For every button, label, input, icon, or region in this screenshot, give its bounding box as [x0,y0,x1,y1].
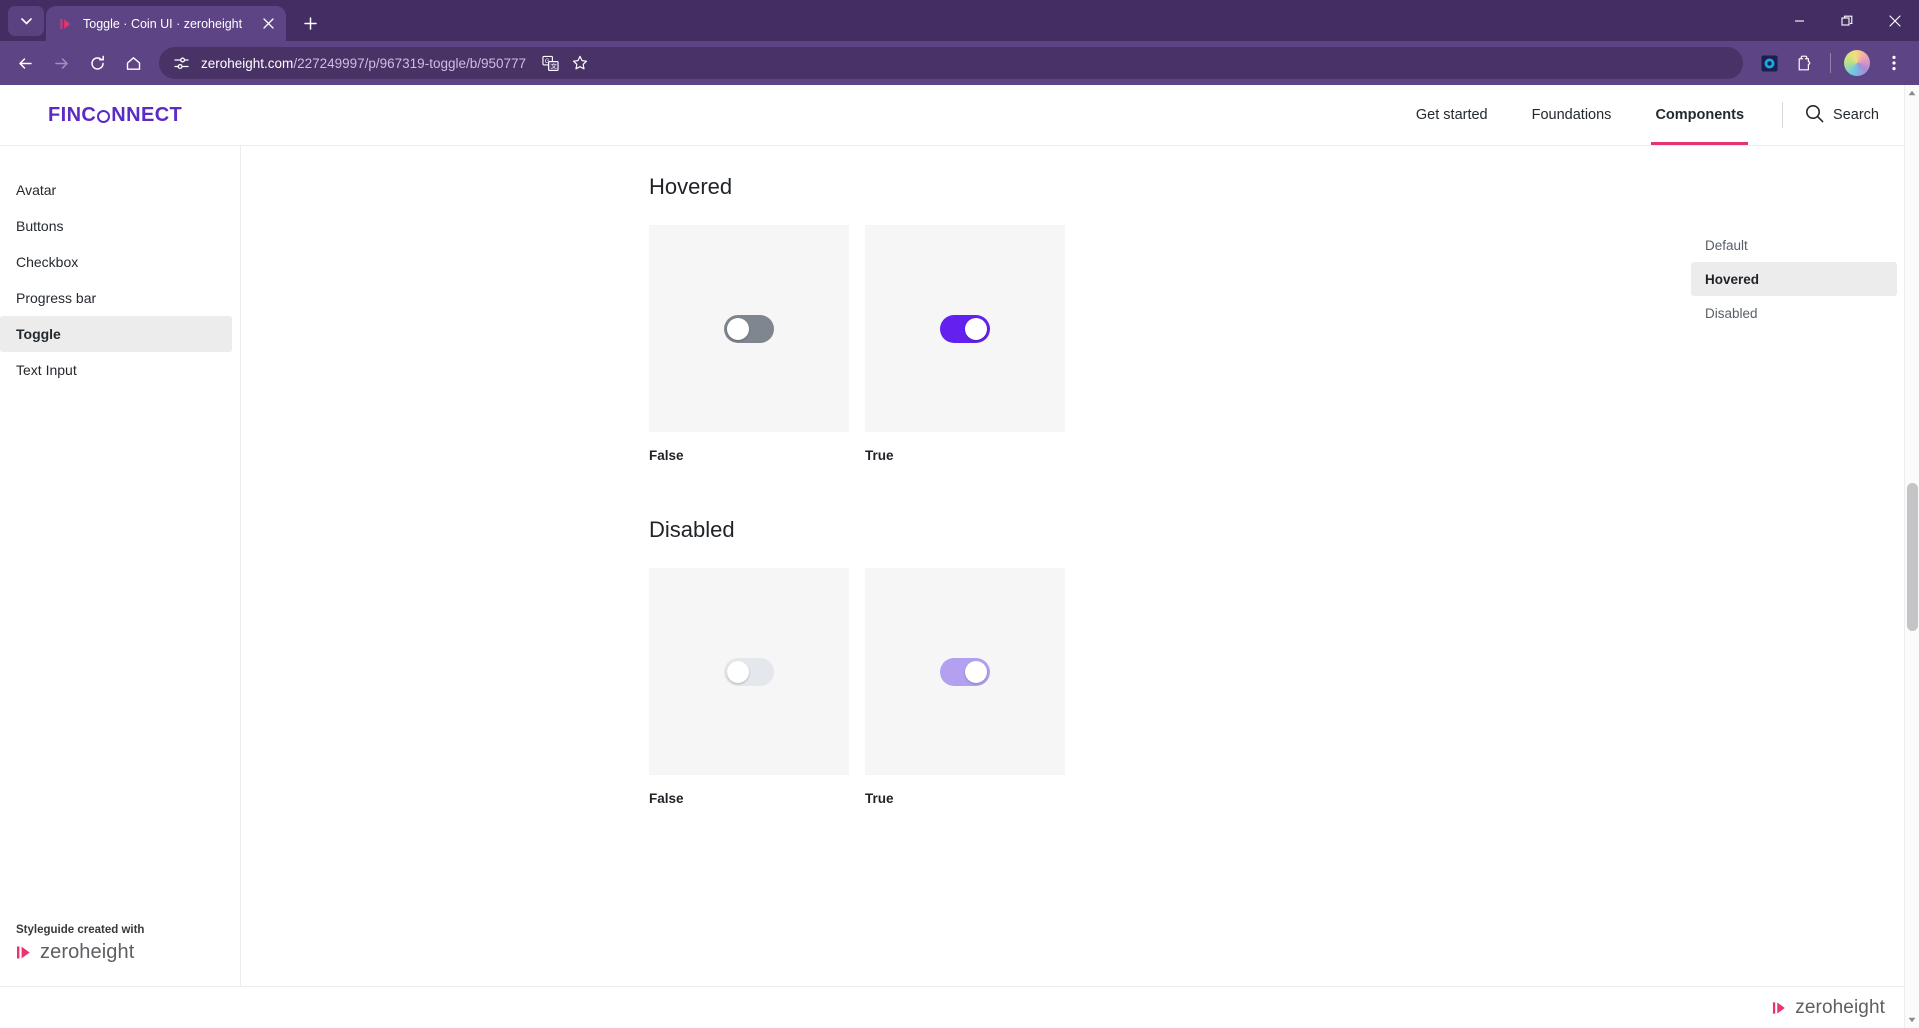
toc-item-default[interactable]: Default [1691,228,1897,262]
site-navigation: Get started Foundations Components Searc… [1394,85,1879,145]
toggle-knob [965,660,987,683]
sidebar-item-buttons[interactable]: Buttons [0,208,232,244]
toc-item-disabled[interactable]: Disabled [1691,296,1897,330]
nav-item-foundations[interactable]: Foundations [1510,85,1634,145]
section-title-hovered: Hovered [649,174,733,199]
specimen-label: True [865,448,894,463]
address-bar-url: zeroheight.com/227249997/p/967319-toggle… [201,56,526,71]
specimen-disabled-false: False [649,568,849,806]
zeroheight-credit-logo[interactable]: zeroheight [16,941,240,964]
tab-title: Toggle · Coin UI · zeroheight [83,16,243,31]
chrome-menu-button[interactable] [1877,46,1911,80]
close-tab-icon[interactable] [258,14,278,34]
tune-site-settings-icon[interactable] [171,53,191,73]
zeroheight-wordmark: zeroheight [1795,996,1885,1018]
toc-item-hovered[interactable]: Hovered [1691,262,1897,296]
back-button[interactable] [8,46,42,80]
browser-window: Toggle · Coin UI · zeroheight zeroheight… [0,0,1919,1028]
page-body: Avatar Buttons Checkbox Progress bar Tog… [0,145,1919,986]
browser-tab[interactable]: Toggle · Coin UI · zeroheight [46,6,286,41]
sidebar-item-avatar[interactable]: Avatar [0,172,232,208]
tab-strip: Toggle · Coin UI · zeroheight [0,0,1919,41]
zeroheight-footer-logo[interactable]: zeroheight [1772,997,1885,1019]
specimen-label: True [865,791,894,806]
specimen-hovered-true: True [865,225,1065,463]
close-window-button[interactable] [1871,0,1919,41]
zeroheight-mark-icon [16,944,33,961]
page-scrollbar[interactable] [1904,85,1919,1028]
specimen-canvas [649,568,849,775]
finconnect-logo[interactable]: FINC NNECT [48,104,182,127]
specimen-hovered-false: False [649,225,849,463]
zeroheight-wordmark: zeroheight [40,941,135,963]
logo-text-left: FINC [48,103,97,126]
reload-button[interactable] [80,46,114,80]
sidebar-footer: Styleguide created with zeroheight [0,924,240,986]
extensions-puzzle-icon[interactable] [1788,46,1822,80]
svg-text:文: 文 [550,62,556,70]
specimen-label: False [649,791,684,806]
toggle-knob [727,317,749,340]
nav-item-get-started[interactable]: Get started [1394,85,1510,145]
site-header: FINC NNECT Get started Foundations Compon… [0,85,1919,145]
toggle-hovered-true[interactable] [940,314,990,343]
zeroheight-favicon-icon [58,16,74,32]
specimen-group-disabled: False True [649,568,1669,806]
nav-divider [1782,102,1784,128]
main-content: Hovered False True Disabled False True D… [241,146,1919,986]
specimen-group-hovered: False True [649,225,1669,463]
minimize-button[interactable] [1775,0,1823,41]
scroll-up-arrow-icon[interactable] [1908,85,1916,101]
styleguide-caption: Styleguide created with [16,924,145,936]
component-sidebar: Avatar Buttons Checkbox Progress bar Tog… [0,146,241,986]
toggle-knob [965,317,987,340]
url-path: /227249997/p/967319-toggle/b/950777 [293,55,527,71]
bookmark-star-icon[interactable] [566,49,594,77]
component-docs: Hovered False True Disabled False True [241,146,1669,986]
toggle-hovered-false[interactable] [724,314,774,343]
logo-circle-icon [97,109,111,123]
web-page: FINC NNECT Get started Foundations Compon… [0,85,1919,1028]
sidebar-item-text-input[interactable]: Text Input [0,352,232,388]
scrollbar-track[interactable] [1905,101,1919,1012]
toolbar-divider [1830,53,1831,73]
scrollbar-thumb[interactable] [1907,483,1918,631]
section-title-disabled: Disabled [649,517,735,542]
search-icon [1805,104,1824,127]
specimen-canvas [865,225,1065,432]
browser-toolbar: zeroheight.com/227249997/p/967319-toggle… [0,41,1919,85]
specimen-canvas [649,225,849,432]
toggle-knob [727,660,749,683]
translate-icon[interactable]: G 文 [536,49,564,77]
specimen-disabled-true: True [865,568,1065,806]
extension-app-icon[interactable] [1752,46,1786,80]
page-brand-bar: zeroheight [0,986,1919,1028]
sidebar-item-checkbox[interactable]: Checkbox [0,244,232,280]
new-tab-button[interactable] [296,9,324,37]
home-button[interactable] [116,46,150,80]
sidebar-item-toggle[interactable]: Toggle [0,316,232,352]
sidebar-item-progress-bar[interactable]: Progress bar [0,280,232,316]
site-search-button[interactable]: Search [1799,104,1879,127]
profile-avatar[interactable] [1844,50,1870,76]
logo-text-right: NNECT [111,103,183,126]
toolbar-right-actions [1752,46,1911,80]
toggle-disabled-false [724,657,774,686]
specimen-canvas [865,568,1065,775]
search-tabs-button[interactable] [8,6,44,36]
address-bar[interactable]: zeroheight.com/227249997/p/967319-toggle… [159,47,1743,79]
nav-item-components[interactable]: Components [1633,85,1766,145]
maximize-button[interactable] [1823,0,1871,41]
zeroheight-mark-icon [1772,1000,1788,1016]
scroll-down-arrow-icon[interactable] [1908,1012,1916,1028]
site-search-label: Search [1833,107,1879,123]
window-controls [1775,0,1919,41]
toggle-disabled-true [940,657,990,686]
url-domain: zeroheight.com [201,55,294,71]
omnibox-actions: G 文 [536,49,594,77]
page-table-of-contents: Default Hovered Disabled [1669,146,1919,986]
forward-button[interactable] [44,46,78,80]
specimen-label: False [649,448,684,463]
